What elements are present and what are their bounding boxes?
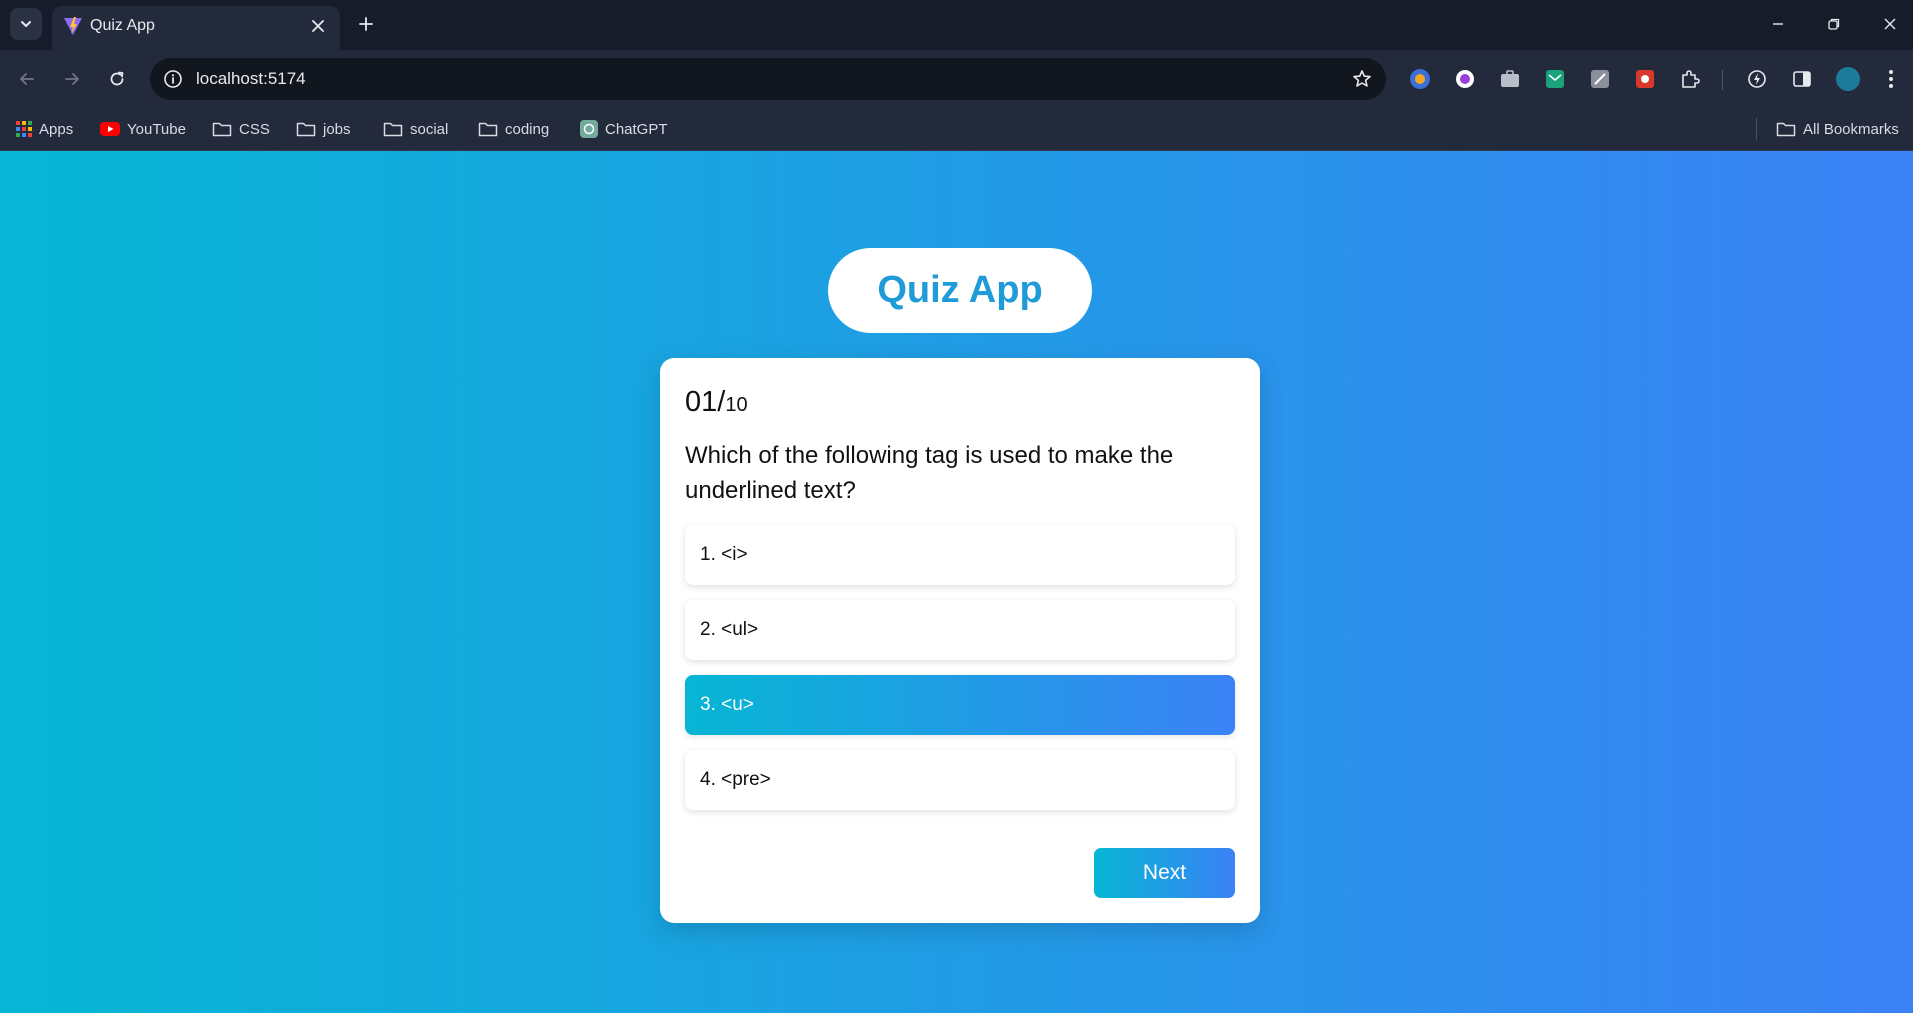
bookmark-label: jobs (323, 120, 351, 138)
all-bookmarks-button[interactable]: All Bookmarks (1776, 116, 1899, 142)
kebab-menu-icon (1889, 70, 1893, 88)
performance-button[interactable] (1744, 66, 1770, 92)
chevron-down-icon (21, 21, 31, 27)
forward-button[interactable] (55, 62, 89, 96)
info-circle-icon (164, 70, 182, 88)
reload-button[interactable] (100, 62, 134, 96)
minimize-icon (1773, 23, 1783, 25)
bookmark-folder-css[interactable]: CSS (212, 116, 270, 142)
folder-icon (212, 122, 232, 137)
tab-close-button[interactable] (306, 14, 330, 38)
site-info-button[interactable] (160, 66, 186, 92)
extension-button[interactable] (1407, 66, 1433, 92)
forward-arrow-icon (65, 73, 79, 85)
app-title: Quiz App (828, 248, 1092, 333)
vite-favicon-icon (64, 17, 82, 35)
question-text: Which of the following tag is used to ma… (685, 442, 1174, 504)
extension-briefcase-icon (1501, 70, 1519, 87)
bookmark-star-button[interactable] (1348, 65, 1376, 93)
minimize-button[interactable] (1758, 8, 1798, 40)
current-question-number: 01/ (685, 386, 726, 418)
answer-option-4[interactable]: 4. <pre> (685, 750, 1235, 810)
bookmark-label: Apps (39, 120, 74, 138)
close-icon (1884, 18, 1896, 30)
profile-avatar[interactable] (1836, 67, 1860, 91)
tab-search-button[interactable] (10, 8, 42, 40)
folder-icon (1776, 122, 1796, 137)
reload-icon (110, 71, 124, 86)
folder-icon (383, 122, 403, 137)
answer-option-3[interactable]: 3. <u> (685, 675, 1235, 735)
side-panel-button[interactable] (1789, 66, 1815, 92)
speedometer-icon (1748, 70, 1766, 88)
restore-icon (1828, 18, 1840, 30)
tab-strip: Quiz App (0, 0, 1913, 50)
extension-pen-icon (1591, 70, 1609, 88)
side-panel-icon (1793, 71, 1811, 87)
bookmark-label: social (410, 120, 449, 138)
bookmark-folder-social[interactable]: social (383, 116, 448, 142)
total-questions: 10 (725, 394, 748, 416)
puzzle-piece-icon (1682, 70, 1700, 88)
folder-icon (478, 122, 498, 137)
bookmarks-bar: Apps YouTube CSS jobs social coding Chat… (0, 108, 1913, 151)
next-button[interactable]: Next (1094, 848, 1235, 898)
plus-icon (359, 17, 373, 31)
answer-option-2[interactable]: 2. <ul> (685, 600, 1235, 660)
bookmark-label: YouTube (127, 120, 186, 138)
new-tab-button[interactable] (352, 10, 380, 38)
url-text[interactable]: localhost:5174 (196, 69, 306, 89)
browser-menu-button[interactable] (1878, 66, 1904, 92)
youtube-icon (100, 122, 120, 136)
bookmark-chatgpt[interactable]: ChatGPT (580, 116, 668, 142)
question-counter: 01/10 (685, 386, 748, 419)
bookmarks-separator (1756, 118, 1757, 140)
close-icon (312, 20, 324, 32)
window-close-button[interactable] (1870, 8, 1910, 40)
extension-orange-icon (1410, 69, 1430, 89)
extension-red-icon (1636, 70, 1654, 88)
bookmark-label: CSS (239, 120, 270, 138)
back-button[interactable] (10, 62, 44, 96)
address-bar[interactable]: localhost:5174 (150, 58, 1386, 100)
folder-icon (296, 122, 316, 137)
bookmark-apps[interactable]: Apps (16, 116, 73, 142)
quiz-card: 01/10 Which of the following tag is used… (660, 358, 1260, 923)
bookmark-label: coding (505, 120, 550, 138)
bookmark-folder-jobs[interactable]: jobs (296, 116, 351, 142)
back-arrow-icon (20, 73, 34, 85)
bookmark-folder-coding[interactable]: coding (478, 116, 549, 142)
all-bookmarks-label: All Bookmarks (1803, 120, 1899, 138)
extension-button[interactable] (1542, 66, 1568, 92)
tab-title: Quiz App (90, 17, 155, 34)
extension-purple-icon (1456, 70, 1474, 88)
chatgpt-icon (580, 120, 598, 138)
extension-button[interactable] (1452, 66, 1478, 92)
answer-option-1[interactable]: 1. <i> (685, 525, 1235, 585)
page-viewport: Quiz App 01/10 Which of the following ta… (0, 151, 1913, 1013)
star-icon (1353, 70, 1371, 87)
toolbar-separator (1722, 70, 1723, 90)
extension-button[interactable] (1632, 66, 1658, 92)
browser-toolbar: localhost:5174 (0, 50, 1913, 108)
extension-button[interactable] (1497, 66, 1523, 92)
restore-button[interactable] (1814, 8, 1854, 40)
extension-button[interactable] (1587, 66, 1613, 92)
bookmark-label: ChatGPT (605, 120, 668, 138)
extension-mail-icon (1546, 70, 1564, 88)
browser-tab[interactable]: Quiz App (52, 6, 340, 50)
extensions-menu-button[interactable] (1677, 66, 1703, 92)
apps-grid-icon (16, 121, 32, 137)
bookmark-youtube[interactable]: YouTube (100, 116, 186, 142)
